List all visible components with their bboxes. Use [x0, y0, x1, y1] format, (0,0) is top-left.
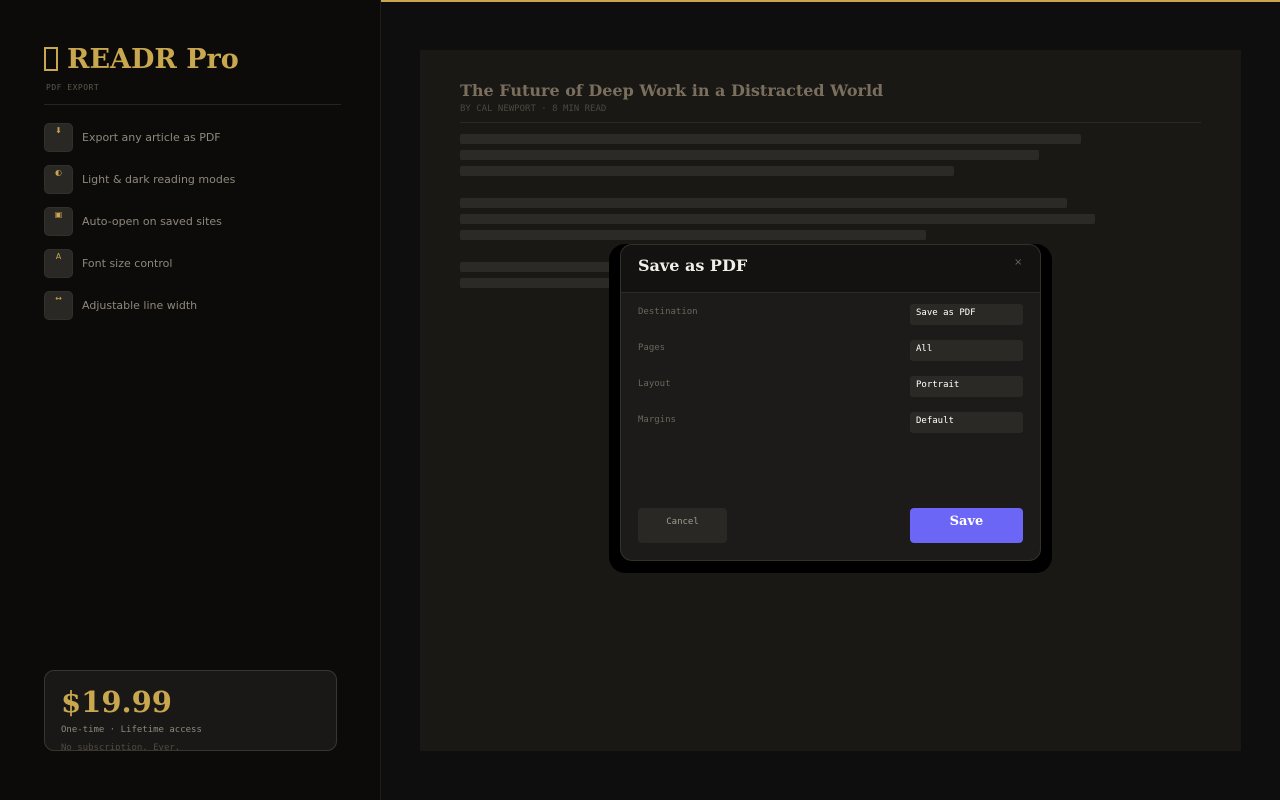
text-placeholder-line: [460, 166, 954, 176]
save-button[interactable]: Save: [910, 508, 1023, 543]
brand-name: READR Pro: [67, 44, 239, 75]
download-icon: ⬇: [44, 123, 73, 152]
brand-subtitle: PDF EXPORT: [46, 83, 100, 92]
pages-label: Pages: [638, 343, 666, 353]
price-card: $19.99 One-time · Lifetime access No sub…: [44, 670, 337, 751]
book-icon: [44, 47, 58, 71]
layout-select[interactable]: Portrait: [910, 376, 1023, 397]
feature-label: Adjustable line width: [82, 299, 198, 312]
margins-label: Margins: [638, 415, 676, 425]
divider: [460, 122, 1201, 123]
feature-label: Export any article as PDF: [82, 131, 221, 144]
price-note: One-time · Lifetime access: [61, 725, 202, 735]
font-icon: A: [44, 249, 73, 278]
theme-icon: ◐: [44, 165, 73, 194]
text-placeholder-line: [460, 230, 926, 240]
accent-line: [381, 0, 1280, 2]
close-icon[interactable]: ×: [1014, 257, 1022, 268]
width-icon: ↔: [44, 291, 73, 320]
feature-label: Auto-open on saved sites: [82, 215, 222, 228]
feature-label: Light & dark reading modes: [82, 173, 236, 186]
layout-label: Layout: [638, 379, 671, 389]
bookmark-icon: ▣: [44, 207, 73, 236]
feature-label: Font size control: [82, 257, 173, 270]
pages-select[interactable]: All: [910, 340, 1023, 361]
text-placeholder-line: [460, 214, 1095, 224]
destination-label: Destination: [638, 307, 698, 317]
dialog-header: Save as PDF ×: [621, 245, 1040, 293]
text-placeholder-line: [460, 198, 1067, 208]
divider: [44, 104, 341, 105]
cancel-button[interactable]: Cancel: [638, 508, 727, 543]
brand-title: READR Pro: [44, 44, 239, 75]
destination-select[interactable]: Save as PDF: [910, 304, 1023, 325]
sidebar: READR Pro PDF EXPORT ⬇ Export any articl…: [0, 0, 381, 800]
price-disclaimer: No subscription. Ever.: [61, 743, 181, 751]
save-pdf-dialog: Save as PDF × Destination Save as PDF Pa…: [620, 244, 1041, 561]
article-title: The Future of Deep Work in a Distracted …: [460, 81, 884, 100]
article-meta: BY CAL NEWPORT · 8 MIN READ: [460, 104, 607, 114]
price: $19.99: [61, 685, 172, 719]
dialog-title: Save as PDF: [638, 256, 748, 275]
text-placeholder-line: [460, 150, 1039, 160]
text-placeholder-line: [460, 134, 1081, 144]
margins-select[interactable]: Default: [910, 412, 1023, 433]
